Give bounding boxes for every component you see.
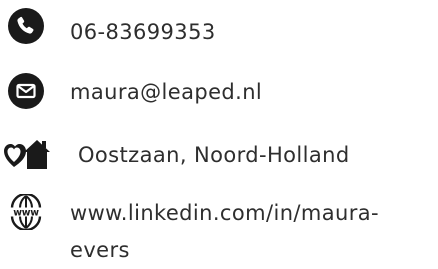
email-address[interactable]: maura@leaped.nl <box>70 78 262 106</box>
website-url-line1[interactable]: www.linkedin.com/in/maura- <box>70 201 379 225</box>
www-globe-icon: www <box>8 194 44 230</box>
envelope-icon <box>8 73 44 109</box>
location-text: Oostzaan, Noord-Holland <box>78 143 350 167</box>
svg-text:www: www <box>13 208 39 219</box>
website-url[interactable]: www.linkedin.com/in/maura- evers <box>70 195 430 269</box>
home-heart-icon <box>4 140 50 169</box>
phone-icon <box>8 8 44 44</box>
phone-number[interactable]: 06-83699353 <box>70 18 216 46</box>
website-url-line2[interactable]: evers <box>70 238 130 262</box>
